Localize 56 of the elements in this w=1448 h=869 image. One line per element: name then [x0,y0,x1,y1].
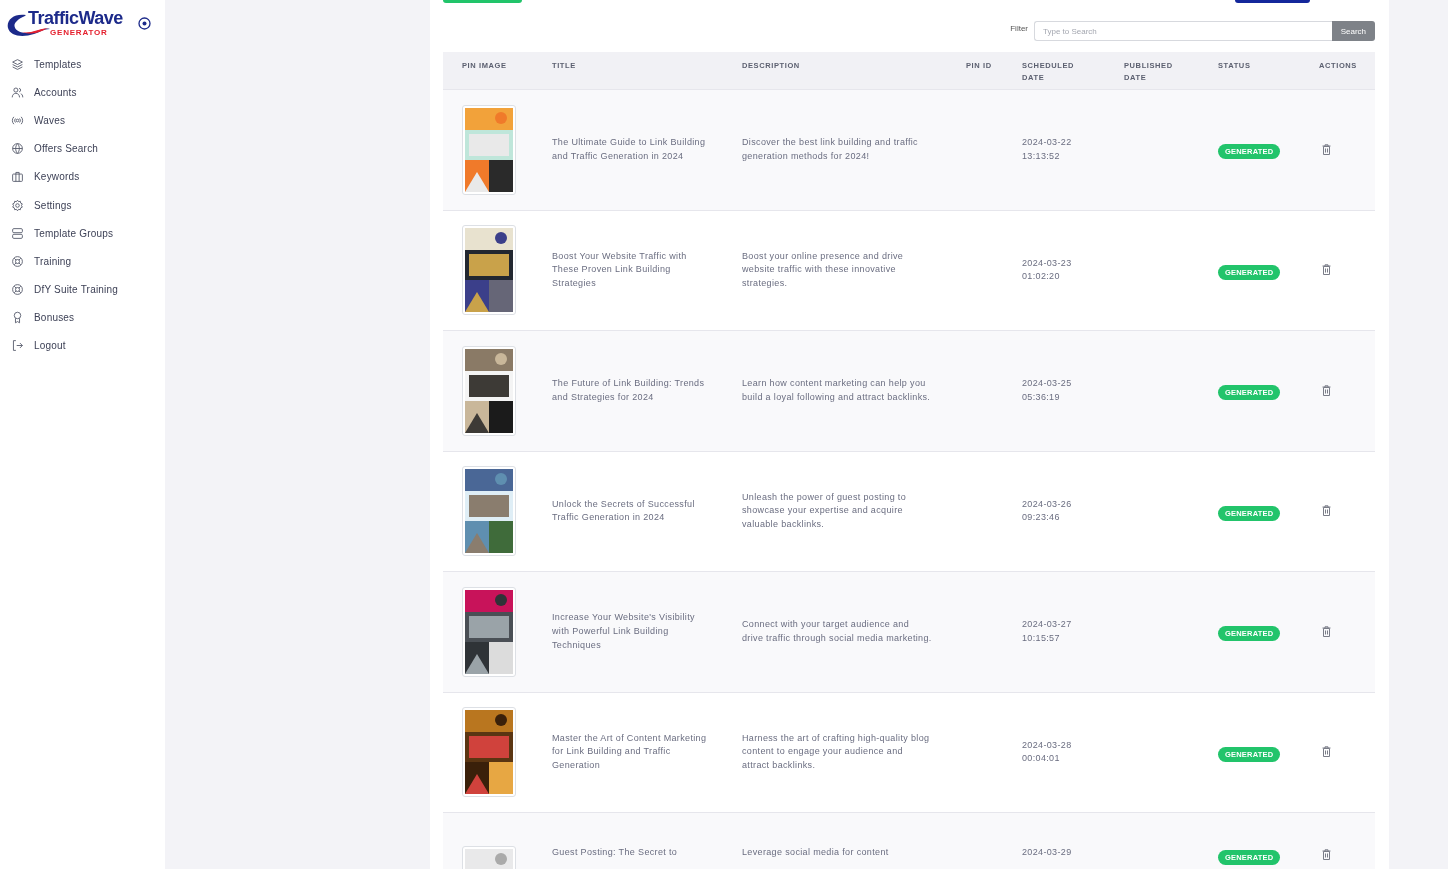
scheduled-date: 2024-03-26 09:23:46 [1022,497,1073,525]
description-text: Unleash the power of guest posting to showcase your expertise and acquire valuable backlinks. [742,490,908,532]
sidebar-item[interactable]: Settings [34,199,72,211]
description-text: Learn how content marketing can help you build a loyal following and attract backlinks. [742,377,932,404]
delete-icon[interactable] [1322,384,1331,396]
delete-icon[interactable] [1322,264,1331,276]
title-text: The Ultimate Guide to Link Building and Traffic Generation in 2024 [552,136,707,163]
title-text: Master the Art of Content Marketing for Link Building and Traffic Generation [552,731,708,773]
action-button[interactable] [1235,0,1310,3]
globe-icon [11,142,24,156]
target-icon[interactable] [138,17,151,30]
sidebar-item[interactable]: Bonuses [34,312,75,324]
logout-icon [11,339,24,353]
title-text: Boost Your Website Traffic with These Proven Link Building Strategies [552,249,688,291]
sidebar-item[interactable]: Offers Search [34,143,99,155]
delete-icon[interactable] [1322,625,1331,637]
search-button[interactable]: Search [1331,21,1375,41]
title-text: Guest Posting: The Secret to [552,846,679,859]
scheduled-date: 2024-03-22 13:13:52 [1022,136,1073,163]
delete-icon[interactable] [1322,505,1331,517]
server-icon [11,226,24,240]
filter-label: Filter [1010,24,1028,33]
description-text: Connect with your target audience and drive traffic through social media marketing. [742,618,932,645]
sidebar-item[interactable]: Accounts [34,86,77,98]
title-text: Increase Your Website's Visibility with Powerful Link Building Techniques [552,611,696,652]
delete-icon[interactable] [1322,143,1331,155]
sidebar-item[interactable]: DfY Suite Training [34,284,118,296]
delete-icon[interactable] [1322,746,1331,758]
scheduled-date: 2024-03-25 05:36:19 [1022,377,1073,404]
scheduled-date: 2024-03-27 10:15:57 [1022,618,1073,645]
title-text: Unlock the Secrets of Successful Traffic Generation in 2024 [552,497,696,525]
lifebuoy-icon [11,283,24,297]
scheduled-date: 2024-03-23 01:02:20 [1022,256,1073,284]
sidebar-item[interactable]: Keywords [34,171,80,183]
sidebar-item[interactable]: Logout [34,340,66,352]
sidebar-item[interactable]: Template Groups [34,227,114,239]
sidebar-item[interactable]: Templates [34,58,82,70]
title-text: The Future of Link Building: Trends and Strategies for 2024 [552,377,706,404]
sidebar-item[interactable]: Training [34,255,72,267]
users-icon [11,85,24,99]
layers-icon [11,57,24,71]
award-icon [11,311,24,325]
delete-icon[interactable] [1322,849,1331,860]
description-text: Boost your online presence and drive website traffic with these innovative strategies. [742,249,905,291]
brand-tagline: GENERATOR [50,28,108,37]
brand-name: TrafficWave [28,8,123,29]
description-text: Leverage social media for content [742,846,890,859]
sidebar-item[interactable]: Waves [34,114,66,126]
search-field[interactable]: Type to Search [1034,21,1332,41]
lifebuoy-icon [11,254,24,268]
scheduled-date: 2024-03-29 [1022,846,1073,859]
settings-icon [11,198,24,212]
description-text: Discover the best link building and traffic generation methods for 2024! [742,136,919,163]
description-text: Harness the art of crafting high-quality blog content to engage your audience and attract backlinks. [742,731,931,773]
scheduled-date: 2024-03-28 00:04:01 [1022,738,1073,766]
briefcase-icon [11,170,24,184]
